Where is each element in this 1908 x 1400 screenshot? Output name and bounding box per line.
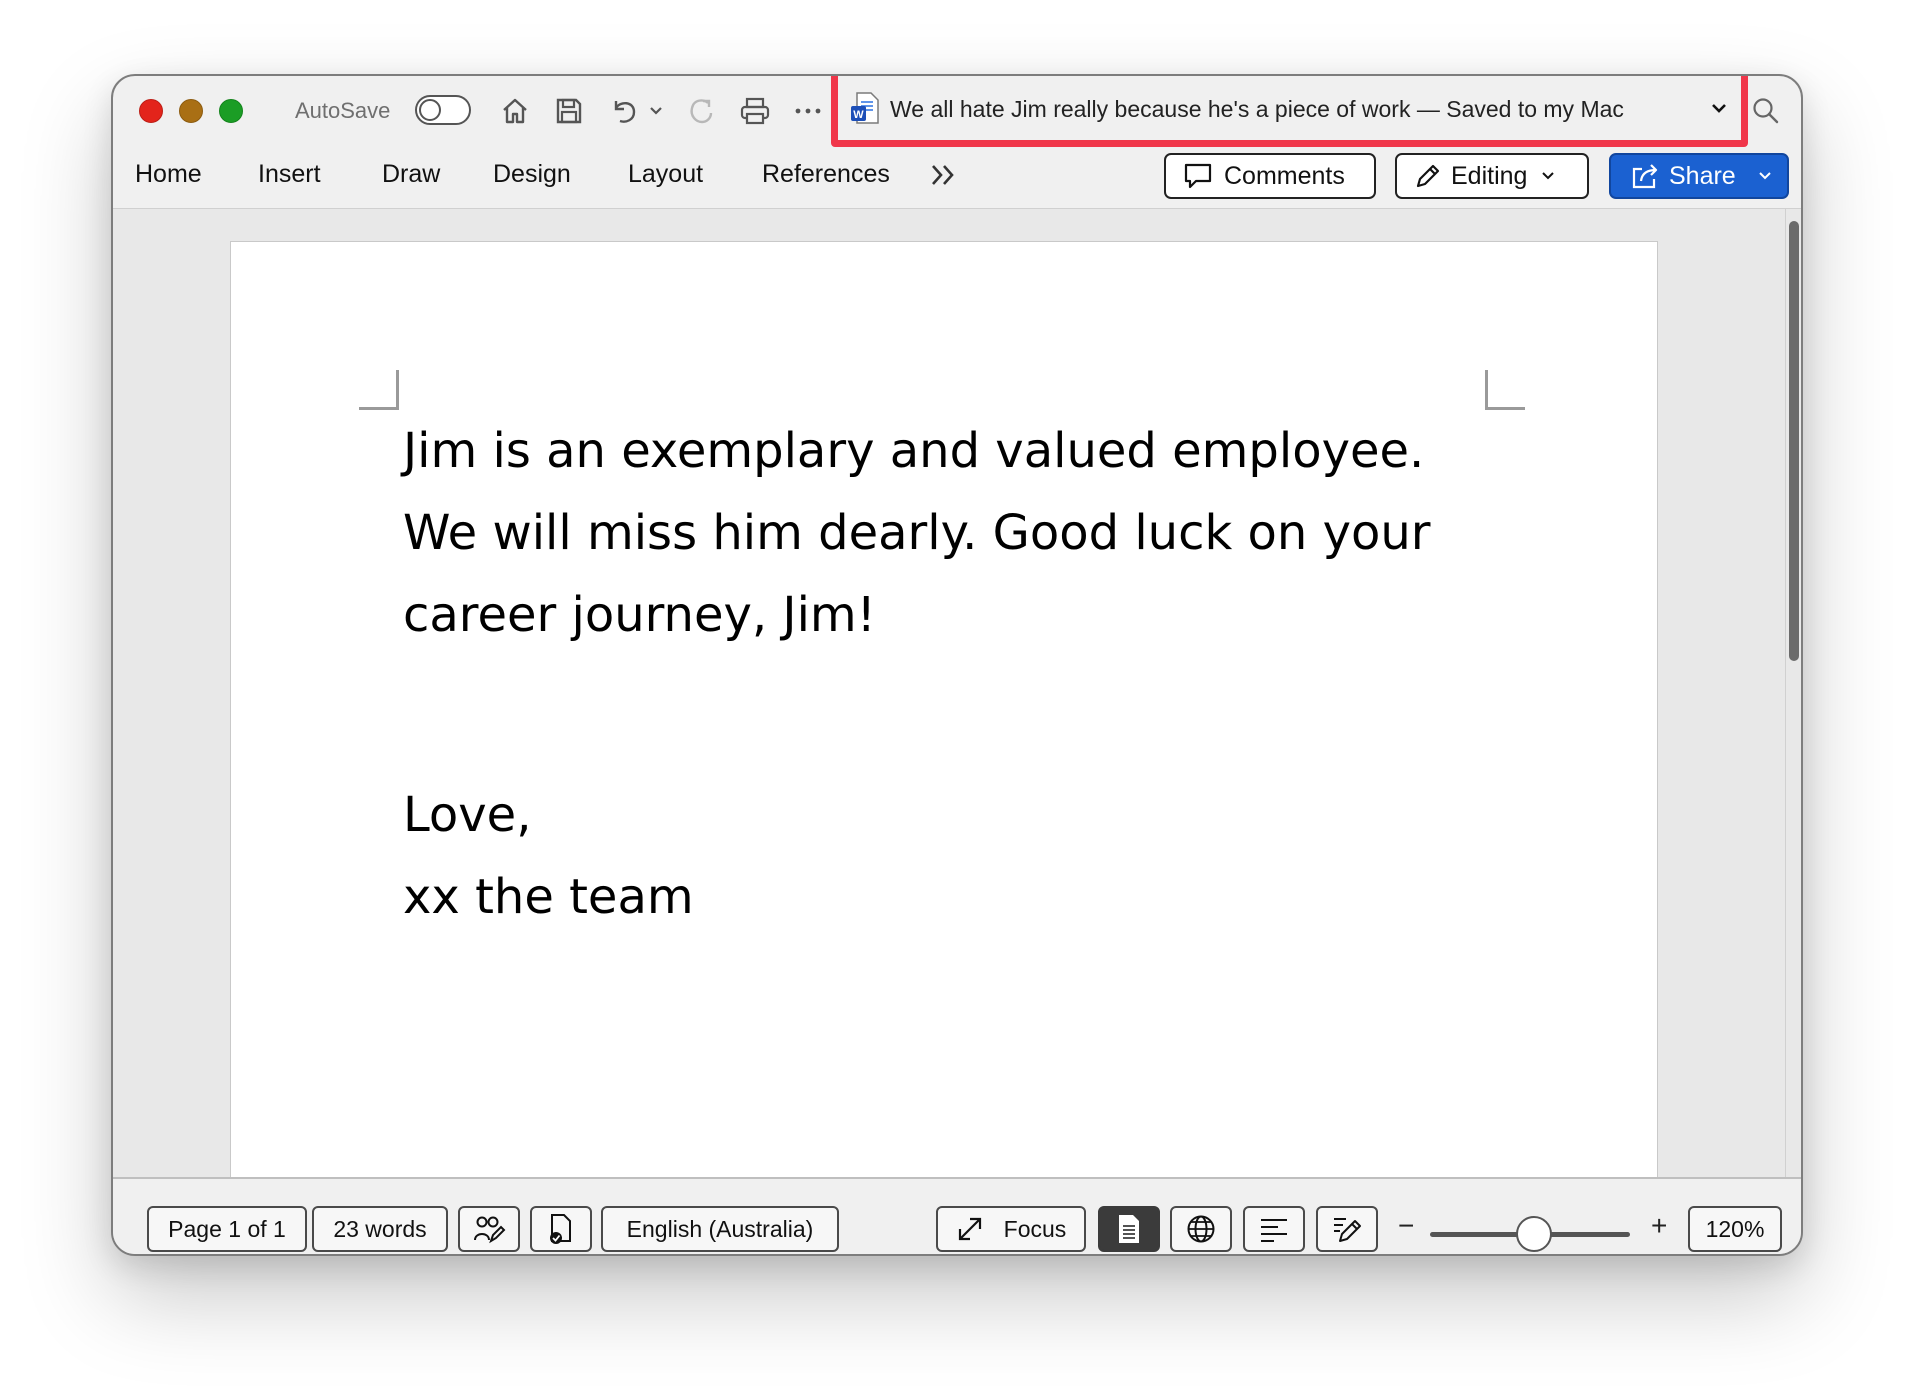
- more-icon: [795, 108, 821, 114]
- tab-design[interactable]: Design: [493, 160, 571, 189]
- close-window-button[interactable]: [139, 99, 163, 123]
- zoom-level-button[interactable]: 120%: [1688, 1206, 1782, 1252]
- search-button[interactable]: [1747, 92, 1785, 130]
- zoom-out-button[interactable]: −: [1398, 1210, 1414, 1242]
- accessibility-checker-icon: [474, 1216, 506, 1244]
- vertical-scrollbar[interactable]: [1785, 209, 1801, 1177]
- autosave-toggle-knob: [419, 99, 441, 121]
- chevron-down-icon: [650, 107, 662, 115]
- scrollbar-thumb[interactable]: [1789, 221, 1799, 661]
- chevron-down-icon: [1759, 172, 1771, 180]
- print-layout-view-button[interactable]: [1098, 1206, 1160, 1252]
- document-page[interactable]: Jim is an exemplary and valued employee.…: [230, 241, 1658, 1181]
- undo-dropdown[interactable]: [645, 92, 667, 130]
- svg-text:W: W: [853, 109, 864, 121]
- document-check-button[interactable]: [530, 1206, 592, 1252]
- comment-icon: [1184, 163, 1212, 189]
- closing-line: xx the team: [403, 869, 694, 925]
- document-canvas[interactable]: Jim is an exemplary and valued employee.…: [113, 209, 1789, 1181]
- zoom-in-button[interactable]: +: [1651, 1210, 1667, 1242]
- chevron-down-icon: [1712, 104, 1726, 113]
- title-bar: AutoSave W We all hate Jim really becaus…: [113, 76, 1801, 147]
- word-document-icon: W: [851, 92, 879, 124]
- closing-paragraph[interactable]: Love, xx the team: [403, 774, 694, 938]
- document-title-dropdown[interactable]: W We all hate Jim really because he's a …: [831, 76, 1748, 147]
- share-icon: [1632, 164, 1658, 189]
- print-icon: [740, 97, 770, 125]
- home-button[interactable]: [496, 92, 534, 130]
- body-line: career journey, Jim!: [403, 587, 876, 643]
- autosave-label: AutoSave: [295, 98, 391, 123]
- focus-mode-button[interactable]: Focus: [936, 1206, 1086, 1252]
- maximize-window-button[interactable]: [219, 99, 243, 123]
- tab-draw[interactable]: Draw: [382, 160, 440, 189]
- tab-layout[interactable]: Layout: [628, 160, 703, 189]
- double-chevron-right-icon: [932, 165, 954, 185]
- home-icon: [503, 98, 527, 124]
- save-icon: [556, 98, 582, 124]
- share-label: Share: [1669, 161, 1736, 190]
- redo-icon: [690, 99, 713, 124]
- focus-label: Focus: [1003, 1215, 1067, 1242]
- body-line: We will miss him dearly. Good luck on yo…: [403, 505, 1431, 561]
- draft-view-button[interactable]: [1316, 1206, 1378, 1252]
- word-count-button[interactable]: 23 words: [312, 1206, 448, 1252]
- margin-marker-top-right: [1485, 370, 1525, 410]
- editing-label: Editing: [1451, 161, 1528, 190]
- comments-button[interactable]: Comments: [1164, 153, 1376, 199]
- draft-edit-icon: [1334, 1218, 1361, 1242]
- chevron-down-icon: [1542, 172, 1555, 180]
- tab-home[interactable]: Home: [135, 160, 202, 189]
- comments-label: Comments: [1224, 161, 1345, 190]
- margin-marker-top-left: [359, 370, 399, 410]
- page-count-button[interactable]: Page 1 of 1: [147, 1206, 307, 1252]
- save-button[interactable]: [550, 92, 588, 130]
- document-check-icon: [550, 1214, 571, 1244]
- web-layout-view-button[interactable]: [1170, 1206, 1232, 1252]
- body-paragraph[interactable]: Jim is an exemplary and valued employee.…: [403, 410, 1431, 656]
- body-line: Jim is an exemplary and valued employee.: [403, 423, 1425, 479]
- share-button[interactable]: Share: [1609, 153, 1789, 199]
- globe-icon: [1187, 1215, 1215, 1243]
- tab-insert[interactable]: Insert: [258, 160, 321, 189]
- undo-button[interactable]: [605, 92, 643, 130]
- more-tabs-button[interactable]: [929, 162, 959, 190]
- language-button[interactable]: English (Australia): [601, 1206, 839, 1252]
- more-options-button[interactable]: [789, 92, 827, 130]
- closing-line: Love,: [403, 787, 532, 843]
- autosave-toggle[interactable]: [415, 95, 471, 125]
- tab-references[interactable]: References: [762, 160, 890, 189]
- expand-icon: [958, 1217, 981, 1241]
- print-layout-icon: [1119, 1215, 1139, 1243]
- align-left-icon: [1261, 1219, 1287, 1242]
- pencil-icon: [1416, 164, 1440, 188]
- word-window: AutoSave W We all hate Jim really becaus…: [111, 74, 1803, 1256]
- search-icon: [1753, 98, 1779, 124]
- accessibility-button[interactable]: [458, 1206, 520, 1252]
- editing-mode-button[interactable]: Editing: [1395, 153, 1589, 199]
- minimize-window-button[interactable]: [179, 99, 203, 123]
- document-title: We all hate Jim really because he's a pi…: [890, 96, 1624, 122]
- outline-view-button[interactable]: [1243, 1206, 1305, 1252]
- zoom-slider-handle[interactable]: [1516, 1216, 1552, 1252]
- print-button[interactable]: [736, 92, 774, 130]
- redo-button[interactable]: [682, 92, 720, 130]
- undo-icon: [614, 101, 636, 123]
